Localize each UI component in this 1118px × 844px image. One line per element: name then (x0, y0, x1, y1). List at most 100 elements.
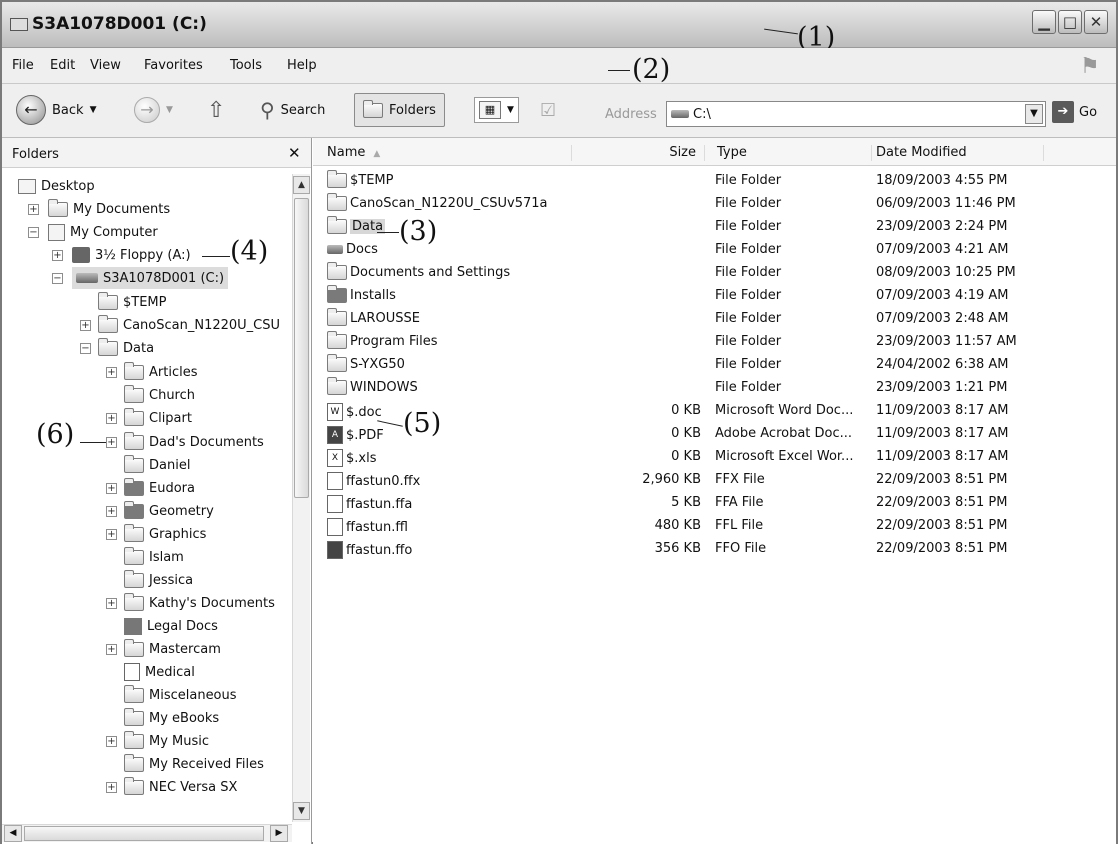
expand-icon[interactable]: + (106, 529, 117, 540)
tree-item-graphics[interactable]: Graphics (124, 523, 206, 545)
tree-label: Medical (145, 664, 195, 680)
menu-help[interactable]: Help (287, 58, 317, 73)
expand-icon[interactable]: + (28, 204, 39, 215)
tree-item-geometry[interactable]: Geometry (124, 500, 214, 522)
views-button[interactable]: ▦ ▼ (474, 97, 519, 123)
menu-view[interactable]: View (90, 58, 121, 73)
expand-icon[interactable]: + (106, 598, 117, 609)
file-row[interactable]: Program Files File Folder 23/09/2003 11:… (313, 331, 1116, 354)
expand-icon[interactable]: + (106, 437, 117, 448)
file-row[interactable]: ffastun.ffl 480 KB FFL File 22/09/2003 8… (313, 515, 1116, 538)
title-bar[interactable]: S3A1078D001 (C:) ▁ □ ✕ (2, 2, 1116, 48)
expand-icon[interactable]: + (106, 483, 117, 494)
file-row[interactable]: LAROUSSE File Folder 07/09/2003 2:48 AM (313, 308, 1116, 331)
scroll-left-icon[interactable]: ◀ (4, 825, 22, 842)
address-dropdown-icon[interactable]: ▼ (1025, 104, 1043, 124)
folder-icon (124, 684, 144, 703)
drive-icon (76, 273, 98, 283)
tree-item-kathys-documents[interactable]: Kathy's Documents (124, 592, 275, 614)
tree-item-articles[interactable]: Articles (124, 361, 197, 383)
tree-item-miscelaneous[interactable]: Miscelaneous (124, 684, 237, 706)
file-row[interactable]: Installs File Folder 07/09/2003 4:19 AM (313, 285, 1116, 308)
tree-item-medical[interactable]: Medical (124, 661, 195, 683)
back-button[interactable]: ← Back ▼ (16, 93, 96, 127)
expand-icon[interactable]: + (106, 782, 117, 793)
back-dropdown-icon[interactable]: ▼ (90, 105, 97, 115)
scroll-thumb[interactable] (294, 198, 309, 498)
tree-item-my-ebooks[interactable]: My eBooks (124, 707, 219, 729)
file-date: 07/09/2003 4:21 AM (876, 242, 1009, 257)
search-button[interactable]: ⚲ Search (260, 93, 325, 127)
tree-item-my-received-files[interactable]: My Received Files (124, 753, 264, 775)
collapse-icon[interactable]: − (80, 343, 91, 354)
tree-item-dads-documents[interactable]: Dad's Documents (124, 431, 264, 453)
expand-icon[interactable]: + (106, 644, 117, 655)
address-input[interactable]: C:\ ▼ (666, 101, 1046, 127)
maximize-button[interactable]: □ (1058, 10, 1082, 34)
tree-item-daniel[interactable]: Daniel (124, 454, 190, 476)
file-row[interactable]: A $.PDF 0 KB Adobe Acrobat Doc... 11/09/2… (313, 423, 1116, 446)
close-button[interactable]: ✕ (1084, 10, 1108, 34)
scroll-thumb[interactable] (24, 826, 264, 841)
collapse-icon[interactable]: − (52, 273, 63, 284)
scroll-down-icon[interactable]: ▼ (293, 802, 310, 820)
minimize-button[interactable]: ▁ (1032, 10, 1056, 34)
tree-item-clipart[interactable]: Clipart (124, 407, 192, 429)
forward-dropdown-icon[interactable]: ▼ (166, 105, 173, 115)
file-row[interactable]: ffastun.ffa 5 KB FFA File 22/09/2003 8:5… (313, 492, 1116, 515)
tree-item-legal-docs[interactable]: Legal Docs (124, 615, 218, 637)
expand-icon[interactable]: + (80, 320, 91, 331)
file-row[interactable]: Docs File Folder 07/09/2003 4:21 AM (313, 239, 1116, 262)
column-size[interactable]: Size (573, 145, 705, 161)
file-row[interactable]: ffastun0.ffx 2,960 KB FFX File 22/09/200… (313, 469, 1116, 492)
scroll-up-icon[interactable]: ▲ (293, 176, 310, 194)
file-row[interactable]: WINDOWS File Folder 23/09/2003 1:21 PM (313, 377, 1116, 400)
tree-item-jessica[interactable]: Jessica (124, 569, 193, 591)
scroll-right-icon[interactable]: ▶ (270, 825, 288, 842)
tree-label: Mastercam (149, 641, 221, 657)
collapse-icon[interactable]: − (28, 227, 39, 238)
tree-item-my-music[interactable]: My Music (124, 730, 209, 752)
tree-item-canoscan[interactable]: CanoScan_N1220U_CSU (98, 314, 280, 336)
tree-item-temp[interactable]: $TEMP (98, 291, 166, 313)
tree-item-church[interactable]: Church (124, 384, 195, 406)
tree-item-c-drive[interactable]: S3A1078D001 (C:) (72, 267, 229, 289)
go-button[interactable]: ➔ Go (1052, 101, 1097, 123)
expand-icon[interactable]: + (52, 250, 63, 261)
file-row[interactable]: X $.xls 0 KB Microsoft Excel Wor... 11/09… (313, 446, 1116, 469)
menu-tools[interactable]: Tools (230, 58, 262, 73)
menu-favorites[interactable]: Favorites (144, 58, 203, 73)
tree-item-data[interactable]: Data (98, 337, 154, 359)
folders-button[interactable]: Folders (354, 93, 445, 127)
tree-item-eudora[interactable]: Eudora (124, 477, 195, 499)
tree-item-floppy[interactable]: 3½ Floppy (A:) (72, 244, 191, 266)
sync-button[interactable]: ☑ (540, 93, 556, 127)
column-date-modified[interactable]: Date Modified (876, 145, 1044, 161)
tree-item-my-computer[interactable]: My Computer (48, 221, 158, 243)
expand-icon[interactable]: + (106, 736, 117, 747)
tree-label: 3½ Floppy (A:) (95, 247, 191, 263)
tree-vertical-scrollbar[interactable]: ▲ ▼ (292, 174, 310, 822)
file-row[interactable]: CanoScan_N1220U_CSUv571a File Folder 06/… (313, 193, 1116, 216)
column-type[interactable]: Type (717, 145, 872, 161)
file-name-cell: ffastun.ffl (327, 518, 408, 536)
column-name[interactable]: Name ▲ (327, 145, 572, 161)
file-row[interactable]: $TEMP File Folder 18/09/2003 4:55 PM (313, 170, 1116, 193)
tree-item-desktop[interactable]: Desktop (18, 175, 95, 197)
tree-item-my-documents[interactable]: My Documents (48, 198, 170, 220)
tree-item-mastercam[interactable]: Mastercam (124, 638, 221, 660)
close-pane-icon[interactable]: ✕ (288, 144, 301, 162)
menu-file[interactable]: File (12, 58, 34, 73)
file-row[interactable]: Documents and Settings File Folder 08/09… (313, 262, 1116, 285)
expand-icon[interactable]: + (106, 506, 117, 517)
tree-horizontal-scrollbar[interactable]: ◀ ▶ (2, 824, 292, 842)
forward-button[interactable]: → ▼ (134, 93, 173, 127)
file-row[interactable]: S-YXG50 File Folder 24/04/2002 6:38 AM (313, 354, 1116, 377)
menu-edit[interactable]: Edit (50, 58, 75, 73)
expand-icon[interactable]: + (106, 413, 117, 424)
up-folder-button[interactable]: ⇧ (207, 93, 225, 127)
tree-item-nec-versa-sx[interactable]: NEC Versa SX (124, 776, 237, 798)
tree-item-islam[interactable]: Islam (124, 546, 184, 568)
file-row[interactable]: ffastun.ffo 356 KB FFO File 22/09/2003 8… (313, 538, 1116, 561)
expand-icon[interactable]: + (106, 367, 117, 378)
